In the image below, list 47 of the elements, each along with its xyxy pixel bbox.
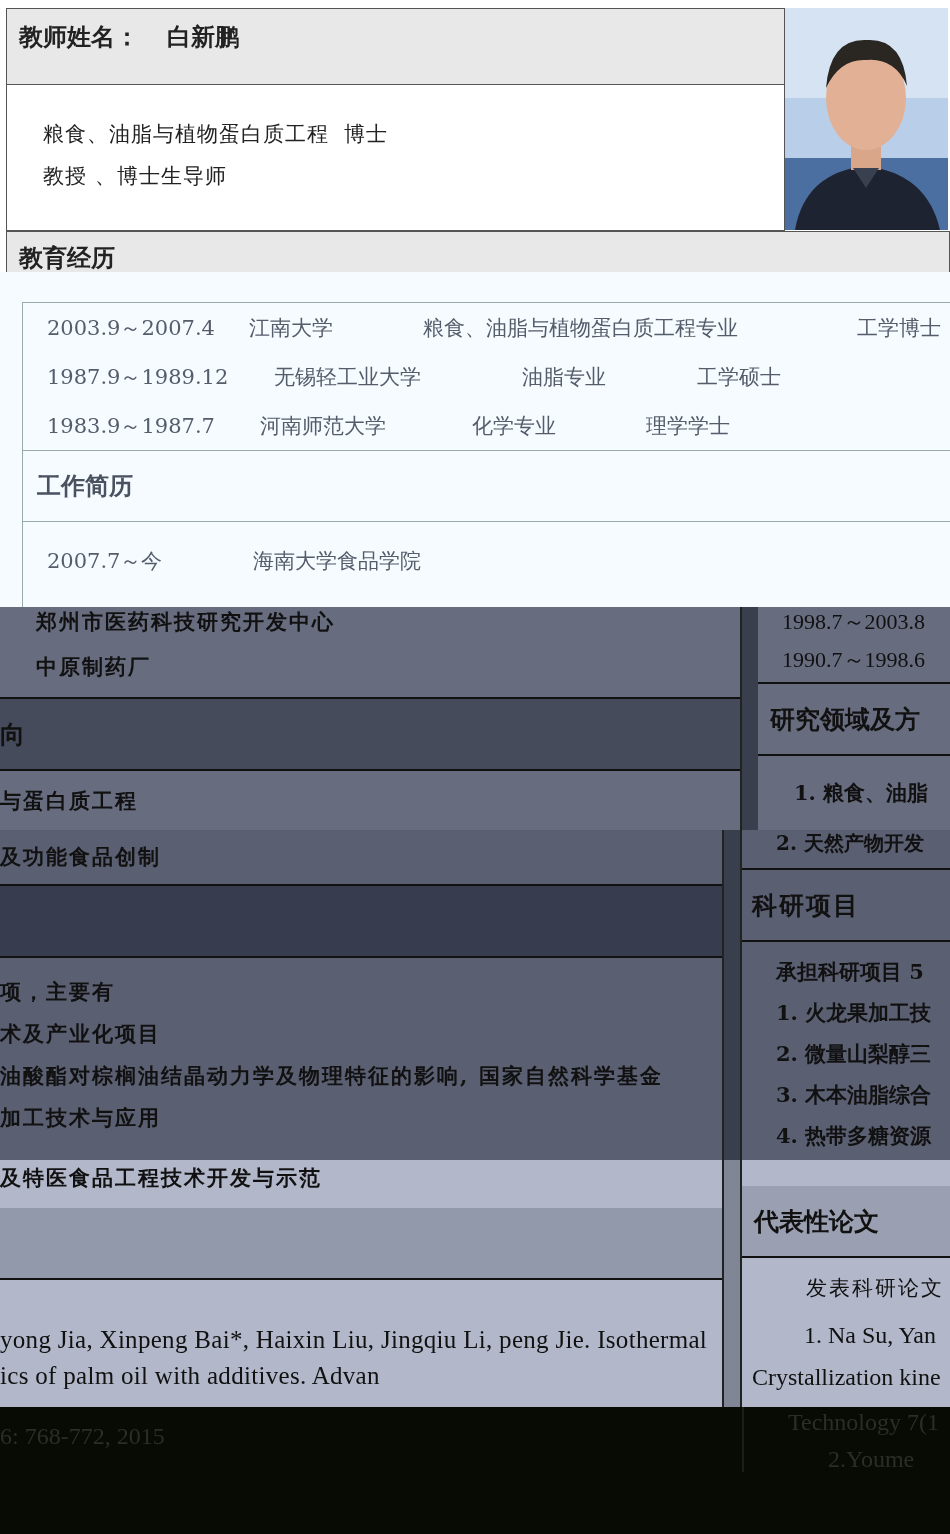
list-item: 2. 天然产物开发 bbox=[775, 830, 925, 857]
section-title: 科研项目 bbox=[752, 889, 860, 922]
list-item: 术及产业化项目 bbox=[0, 1020, 162, 1048]
table-cell-text: 化学专业 bbox=[472, 412, 557, 440]
list-item: 及特医食品工程技术开发与示范 bbox=[0, 1164, 323, 1192]
title-text: 粮食、油脂与植物蛋白质工程 博士 bbox=[43, 121, 390, 148]
paper-text: ics of palm oil with additives. Advan bbox=[0, 1362, 381, 1390]
table-cell-text: 河南师范大学 bbox=[260, 412, 387, 440]
teacher-name: 白新鹏 bbox=[167, 21, 239, 53]
section-title: 研究领域及方 bbox=[770, 703, 920, 736]
table-cell-text: 1990.7～1998.6 bbox=[781, 645, 926, 674]
section-title: 教育经历 bbox=[19, 243, 115, 272]
list-item: 1. 火龙果加工技 bbox=[776, 999, 933, 1027]
list-item: 4. 热带多糖资源 bbox=[776, 1122, 933, 1150]
table-cell-text: 2007.7～今 bbox=[47, 548, 164, 575]
list-item: 油酸酯对棕榈油结晶动力学及物理特征的影响, 国家自然科学基金 bbox=[0, 1062, 664, 1090]
table-cell-text: 1983.9～1987.7 bbox=[47, 412, 216, 440]
list-item: 1. 粮食、油脂 bbox=[793, 779, 930, 807]
table-cell-text: 1998.7～2003.8 bbox=[781, 608, 926, 636]
table-cell-text: 工学博士 bbox=[857, 314, 941, 342]
section-title: 向 bbox=[0, 718, 27, 751]
table-cell-text: 中原制药厂 bbox=[35, 653, 152, 681]
table-cell-text: 2003.9～2007.4 bbox=[47, 314, 216, 342]
paper-text: Crystallization kine bbox=[751, 1364, 942, 1392]
table-cell-text: 郑州市医药科技研究开发中心 bbox=[34, 608, 336, 636]
list-item: 加工技术与应用 bbox=[0, 1104, 162, 1132]
table-cell-text: 江南大学 bbox=[249, 314, 334, 342]
paper-text: 发表科研论文 bbox=[805, 1275, 945, 1302]
table-cell-text: 无锡轻工业大学 bbox=[274, 363, 422, 391]
list-item: 2. 微量山梨醇三 bbox=[776, 1040, 933, 1068]
table-cell-text: 油脂专业 bbox=[522, 363, 607, 391]
paper-text: yong Jia, Xinpeng Bai*, Haixin Liu, Jingqiu Li, peng Jie. Isothermal bbox=[0, 1326, 709, 1354]
list-item: 项，主要有 bbox=[0, 978, 116, 1006]
section-title: 工作简历 bbox=[23, 450, 950, 522]
list-item: 承担科研项目 5 bbox=[776, 958, 925, 986]
title-text: 教授 、博士生导师 bbox=[43, 163, 228, 190]
table-cell-text: 工学硕士 bbox=[697, 363, 781, 391]
table-cell-text: 海南大学食品学院 bbox=[253, 548, 421, 575]
name-label: 教师姓名： bbox=[19, 21, 139, 53]
paper-text: 1. Na Su, Yan bbox=[803, 1322, 938, 1350]
list-item: 及功能食品创制 bbox=[0, 843, 162, 871]
table-cell-text: 1987.9～1989.12 bbox=[47, 363, 230, 391]
list-item: 与蛋白质工程 bbox=[0, 786, 139, 815]
table-cell-text: 理学学士 bbox=[646, 412, 730, 440]
list-item: 3. 木本油脂综合 bbox=[776, 1081, 933, 1109]
table-cell-text: 粮食、油脂与植物蛋白质工程专业 bbox=[423, 314, 739, 342]
section-title: 代表性论文 bbox=[754, 1205, 879, 1238]
